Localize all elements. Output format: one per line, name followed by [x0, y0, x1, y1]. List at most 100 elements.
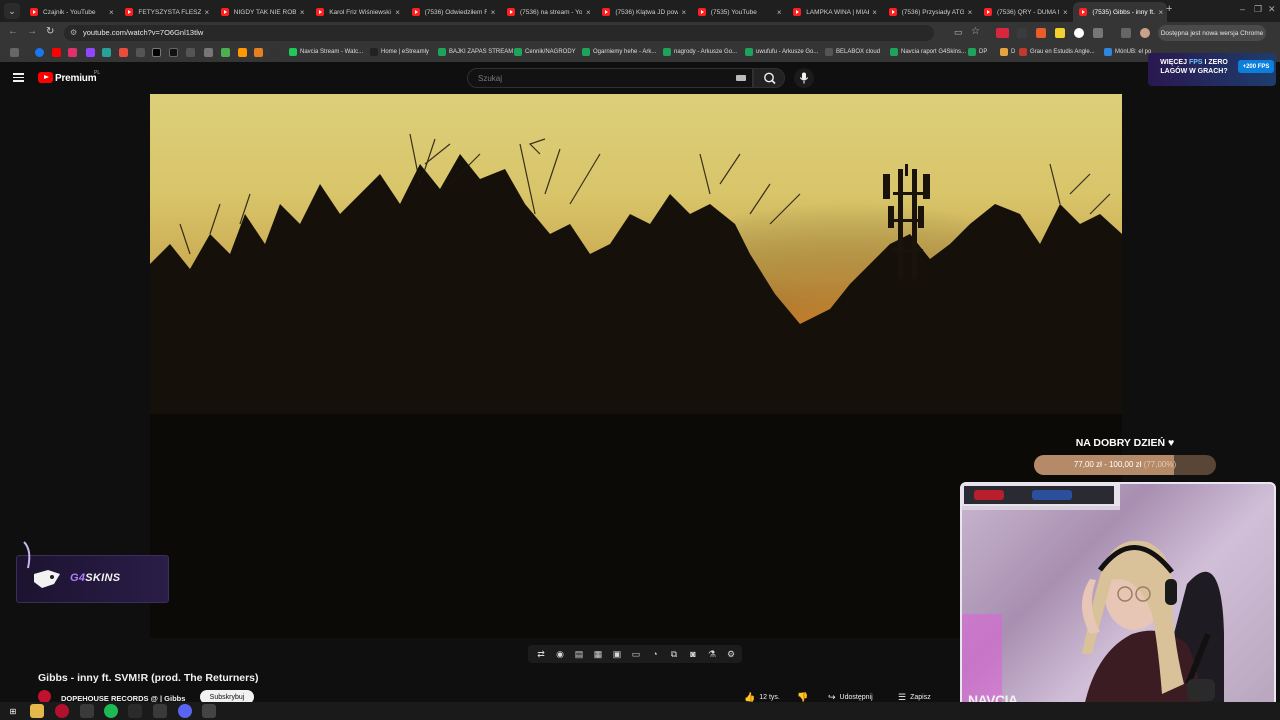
maximize-icon[interactable]: ❐ — [1254, 4, 1262, 15]
bookmark-icon[interactable] — [119, 48, 128, 57]
tab-groups-icon[interactable] — [1121, 28, 1131, 38]
bookmark-item[interactable]: nagrody - Arkusze Go... — [663, 48, 737, 56]
browser-tab[interactable]: FETYSZYSTA FLESZOW× — [119, 2, 212, 22]
screenshot-icon[interactable]: ◙ — [687, 648, 699, 660]
youtube-premium-logo[interactable]: Premium — [55, 73, 97, 84]
bookmark-item[interactable]: BAJKI ZAPAS STREAM — [438, 48, 513, 56]
tab-close-icon[interactable]: × — [487, 8, 499, 17]
twitch-icon[interactable] — [86, 48, 95, 57]
chrome-update-button[interactable]: Dostępna jest nowa wersja Chrome — [1158, 25, 1266, 41]
pip-icon[interactable]: ▣ — [611, 648, 623, 660]
voice-search-button[interactable] — [794, 68, 814, 88]
file-explorer-icon[interactable] — [30, 704, 44, 718]
bookmark-icon[interactable] — [271, 48, 280, 57]
bookmark-item[interactable]: Ogarniemy hehe - Ark... — [582, 48, 656, 56]
facebook-icon[interactable] — [35, 48, 44, 57]
instagram-icon[interactable] — [68, 48, 77, 57]
extension-icon[interactable] — [1036, 28, 1046, 38]
bookmark-icon[interactable] — [238, 48, 247, 57]
extension-stream-icon[interactable] — [996, 28, 1009, 38]
chrome-icon[interactable] — [80, 704, 94, 718]
extension-icon[interactable] — [1074, 28, 1084, 38]
keyboard-icon[interactable] — [736, 75, 746, 81]
tab-search-icon[interactable]: ⌄ — [4, 3, 20, 19]
gear-icon[interactable]: ⚙ — [725, 648, 737, 660]
extensions-puzzle-icon[interactable] — [1093, 28, 1103, 38]
search-button[interactable] — [753, 68, 785, 88]
browser-tab[interactable]: (7535) Gibbs - inny ft. × — [1073, 2, 1167, 22]
back-icon[interactable]: ← — [8, 26, 18, 37]
reload-icon[interactable]: ↻ — [46, 26, 54, 37]
browser-tab[interactable]: (7536) Odwiedziłem F × — [406, 2, 499, 22]
theater-icon[interactable]: ▭ — [630, 648, 642, 660]
apps-grid-icon[interactable] — [10, 48, 19, 57]
tab-close-icon[interactable]: × — [582, 8, 594, 17]
bookmark-icon[interactable] — [186, 48, 195, 57]
bookmark-item[interactable]: Navcia Stream - Watc... — [289, 48, 363, 56]
bookmark-icon[interactable] — [254, 48, 263, 57]
loop-icon[interactable]: ⇄ — [535, 648, 547, 660]
download-icon[interactable] — [204, 48, 213, 57]
tab-close-icon[interactable]: × — [964, 8, 976, 17]
tab-close-icon[interactable]: × — [1059, 8, 1071, 17]
browser-tab[interactable]: LAMPKA WINA | MIAŁ × — [787, 2, 880, 22]
bookmark-item[interactable]: Home | eStreamly — [370, 48, 429, 56]
browser-tab[interactable]: NIGDY TAK NIE ROBIL × — [215, 2, 308, 22]
windows-start-icon[interactable]: ⊞ — [6, 704, 20, 718]
browser-tab[interactable]: (7536) Przysiady ATG × — [883, 2, 976, 22]
bookmark-star-icon[interactable]: ☆ — [971, 26, 980, 37]
close-window-icon[interactable]: ✕ — [1268, 4, 1276, 15]
spotify-icon[interactable] — [104, 704, 118, 718]
tab-close-icon[interactable]: × — [296, 8, 308, 17]
opera-icon[interactable] — [55, 704, 69, 718]
youtube-icon[interactable] — [52, 48, 61, 57]
minimize-icon[interactable]: – — [1240, 4, 1245, 14]
speed-icon[interactable]: ◔ — [649, 648, 661, 660]
bookmark-icon[interactable] — [136, 48, 145, 57]
browser-tab[interactable]: (7536) Klątwa JD pow × — [596, 2, 689, 22]
app-icon[interactable] — [153, 704, 167, 718]
bookmark-item[interactable]: DP — [968, 48, 987, 56]
popup-icon[interactable]: ⧉ — [668, 648, 680, 660]
tab-close-icon[interactable]: × — [678, 8, 690, 17]
bookmark-item[interactable]: Navcia raport G4Skins... — [890, 48, 966, 56]
youtube-logo-icon[interactable] — [38, 72, 53, 83]
tab-close-icon[interactable]: × — [773, 8, 785, 17]
extension-icon[interactable] — [1017, 28, 1027, 38]
bookmark-icon[interactable] — [102, 48, 111, 57]
hamburger-icon[interactable] — [13, 73, 24, 82]
kick-icon[interactable] — [202, 704, 216, 718]
url-text[interactable]: youtube.com/watch?v=7O6Gnl13tlw — [83, 28, 203, 37]
clapper-icon[interactable]: ▦ — [592, 648, 604, 660]
tiktok-icon[interactable] — [169, 48, 178, 57]
cast-icon[interactable]: ▭ — [954, 27, 963, 38]
profile-avatar[interactable] — [1140, 28, 1150, 38]
bookmark-item[interactable]: Cennik/NAGRODY — [514, 48, 576, 56]
bookmark-item[interactable]: Grau en Estudis Angle... — [1019, 48, 1095, 56]
browser-tab[interactable]: Czajnik - YouTube × — [24, 2, 117, 22]
bookmark-item[interactable]: MónUB: el po — [1104, 48, 1151, 56]
tab-close-icon[interactable]: × — [869, 8, 881, 17]
bookmark-item[interactable]: D — [1000, 48, 1015, 56]
tab-close-icon[interactable]: × — [201, 8, 213, 17]
tab-close-icon[interactable]: × — [1155, 8, 1167, 17]
extension-icon[interactable] — [1055, 28, 1065, 38]
site-info-icon[interactable]: ⚙ — [70, 28, 77, 37]
bookmark-item[interactable]: BELABOX cloud — [825, 48, 880, 56]
subtitles-icon[interactable]: ▤ — [573, 648, 585, 660]
bookmark-icon[interactable] — [221, 48, 230, 57]
x-twitter-icon[interactable] — [152, 48, 161, 57]
forward-icon[interactable]: → — [27, 26, 37, 37]
tab-close-icon[interactable]: × — [392, 8, 404, 17]
browser-tab[interactable]: (7536) QRY - DUMA f × — [978, 2, 1071, 22]
browser-tab[interactable]: (7536) na stream - Yo × — [501, 2, 594, 22]
bookmark-item[interactable]: uwufufu - Arkusze Go... — [745, 48, 818, 56]
search-input[interactable] — [467, 68, 753, 88]
browser-tab[interactable]: (7535) YouTube × — [692, 2, 785, 22]
discord-icon[interactable] — [178, 704, 192, 718]
audio-icon[interactable]: ◉ — [554, 648, 566, 660]
new-tab-button[interactable]: + — [1166, 3, 1172, 15]
tab-close-icon[interactable]: × — [105, 8, 117, 17]
app-icon[interactable] — [128, 704, 142, 718]
browser-tab[interactable]: Karol Friz Wiśniewski × — [310, 2, 403, 22]
